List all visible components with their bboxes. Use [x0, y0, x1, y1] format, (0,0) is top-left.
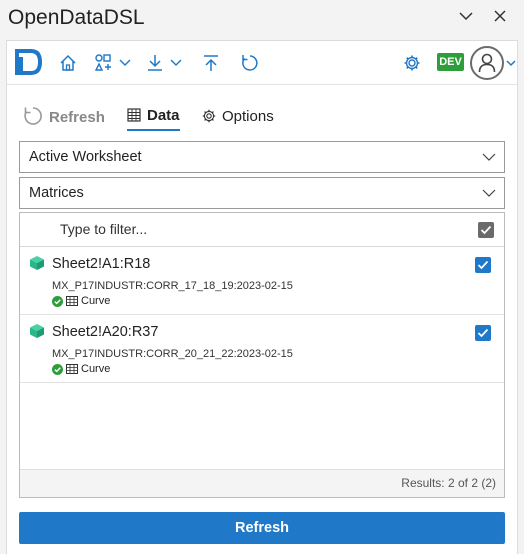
checkmark-icon — [480, 225, 492, 235]
tab-data[interactable]: Data — [127, 101, 180, 131]
add-data-dropdown[interactable] — [94, 50, 132, 76]
filter-input[interactable] — [36, 216, 468, 242]
tab-options[interactable]: Options — [202, 101, 274, 131]
chevron-down-icon — [482, 153, 496, 161]
results-count: Results: 2 of 2 (2) — [20, 469, 504, 497]
table-icon — [66, 364, 78, 374]
gear-icon — [202, 109, 216, 123]
item-kind: Curve — [81, 363, 111, 375]
table-icon — [127, 108, 141, 122]
check-circle-icon — [52, 363, 63, 375]
toolbar: DEV — [7, 41, 517, 85]
settings-gear-icon[interactable] — [403, 50, 421, 76]
addin-panel: DEV Refresh Data Options Active Workshee… — [6, 40, 518, 554]
item-meta: Curve — [52, 295, 110, 307]
check-circle-icon — [52, 295, 63, 307]
tab-refresh-label: Refresh — [49, 109, 105, 126]
item-meta: Curve — [52, 363, 110, 375]
filter-row — [20, 213, 504, 247]
upload-icon[interactable] — [203, 50, 219, 76]
tab-data-label: Data — [147, 106, 180, 124]
user-menu-chevron-icon[interactable] — [506, 57, 516, 69]
item-id: MX_P17INDUSTR:CORR_20_21_22:2023-02-15 — [52, 348, 293, 360]
list-item[interactable]: Sheet2!A20:R37 MX_P17INDUSTR:CORR_20_21_… — [20, 315, 504, 383]
item-checkbox[interactable] — [475, 257, 491, 273]
table-icon — [66, 296, 78, 306]
source-select-value: Active Worksheet — [29, 149, 142, 165]
item-id: MX_P17INDUSTR:CORR_17_18_19:2023-02-15 — [52, 280, 293, 292]
chevron-down-icon — [482, 189, 496, 197]
title-bar: OpenDataDSL — [0, 0, 524, 36]
environment-badge: DEV — [437, 53, 464, 71]
chevron-down-icon — [119, 59, 131, 66]
add-objects-icon — [94, 54, 111, 71]
item-name: Sheet2!A1:R18 — [52, 256, 151, 272]
select-all-checkbox[interactable] — [478, 222, 494, 238]
item-checkbox[interactable] — [475, 325, 491, 341]
refresh-icon — [24, 107, 42, 125]
type-select-value: Matrices — [29, 185, 84, 201]
checkmark-icon — [477, 260, 489, 270]
download-icon — [148, 55, 162, 71]
refresh-icon[interactable] — [240, 50, 260, 76]
user-avatar[interactable] — [470, 46, 504, 80]
cube-icon — [30, 256, 44, 270]
download-dropdown[interactable] — [147, 50, 183, 76]
item-kind: Curve — [81, 295, 111, 307]
opendatadsl-logo — [11, 45, 45, 79]
close-icon[interactable] — [486, 4, 514, 28]
list-item[interactable]: Sheet2!A1:R18 MX_P17INDUSTR:CORR_17_18_1… — [20, 247, 504, 315]
collapse-chevron-icon[interactable] — [452, 4, 480, 28]
home-icon[interactable] — [59, 50, 77, 76]
cube-icon — [30, 324, 44, 338]
app-title: OpenDataDSL — [8, 6, 145, 29]
chevron-down-icon — [170, 59, 182, 66]
tab-refresh[interactable]: Refresh — [23, 101, 105, 131]
type-select[interactable]: Matrices — [19, 177, 505, 209]
tab-options-label: Options — [222, 107, 274, 125]
tab-bar: Refresh Data Options — [7, 101, 517, 135]
item-name: Sheet2!A20:R37 — [52, 324, 159, 340]
user-icon — [478, 53, 496, 73]
source-select[interactable]: Active Worksheet — [19, 141, 505, 173]
checkmark-icon — [477, 328, 489, 338]
matrix-list: Sheet2!A1:R18 MX_P17INDUSTR:CORR_17_18_1… — [19, 212, 505, 498]
refresh-button[interactable]: Refresh — [19, 512, 505, 544]
